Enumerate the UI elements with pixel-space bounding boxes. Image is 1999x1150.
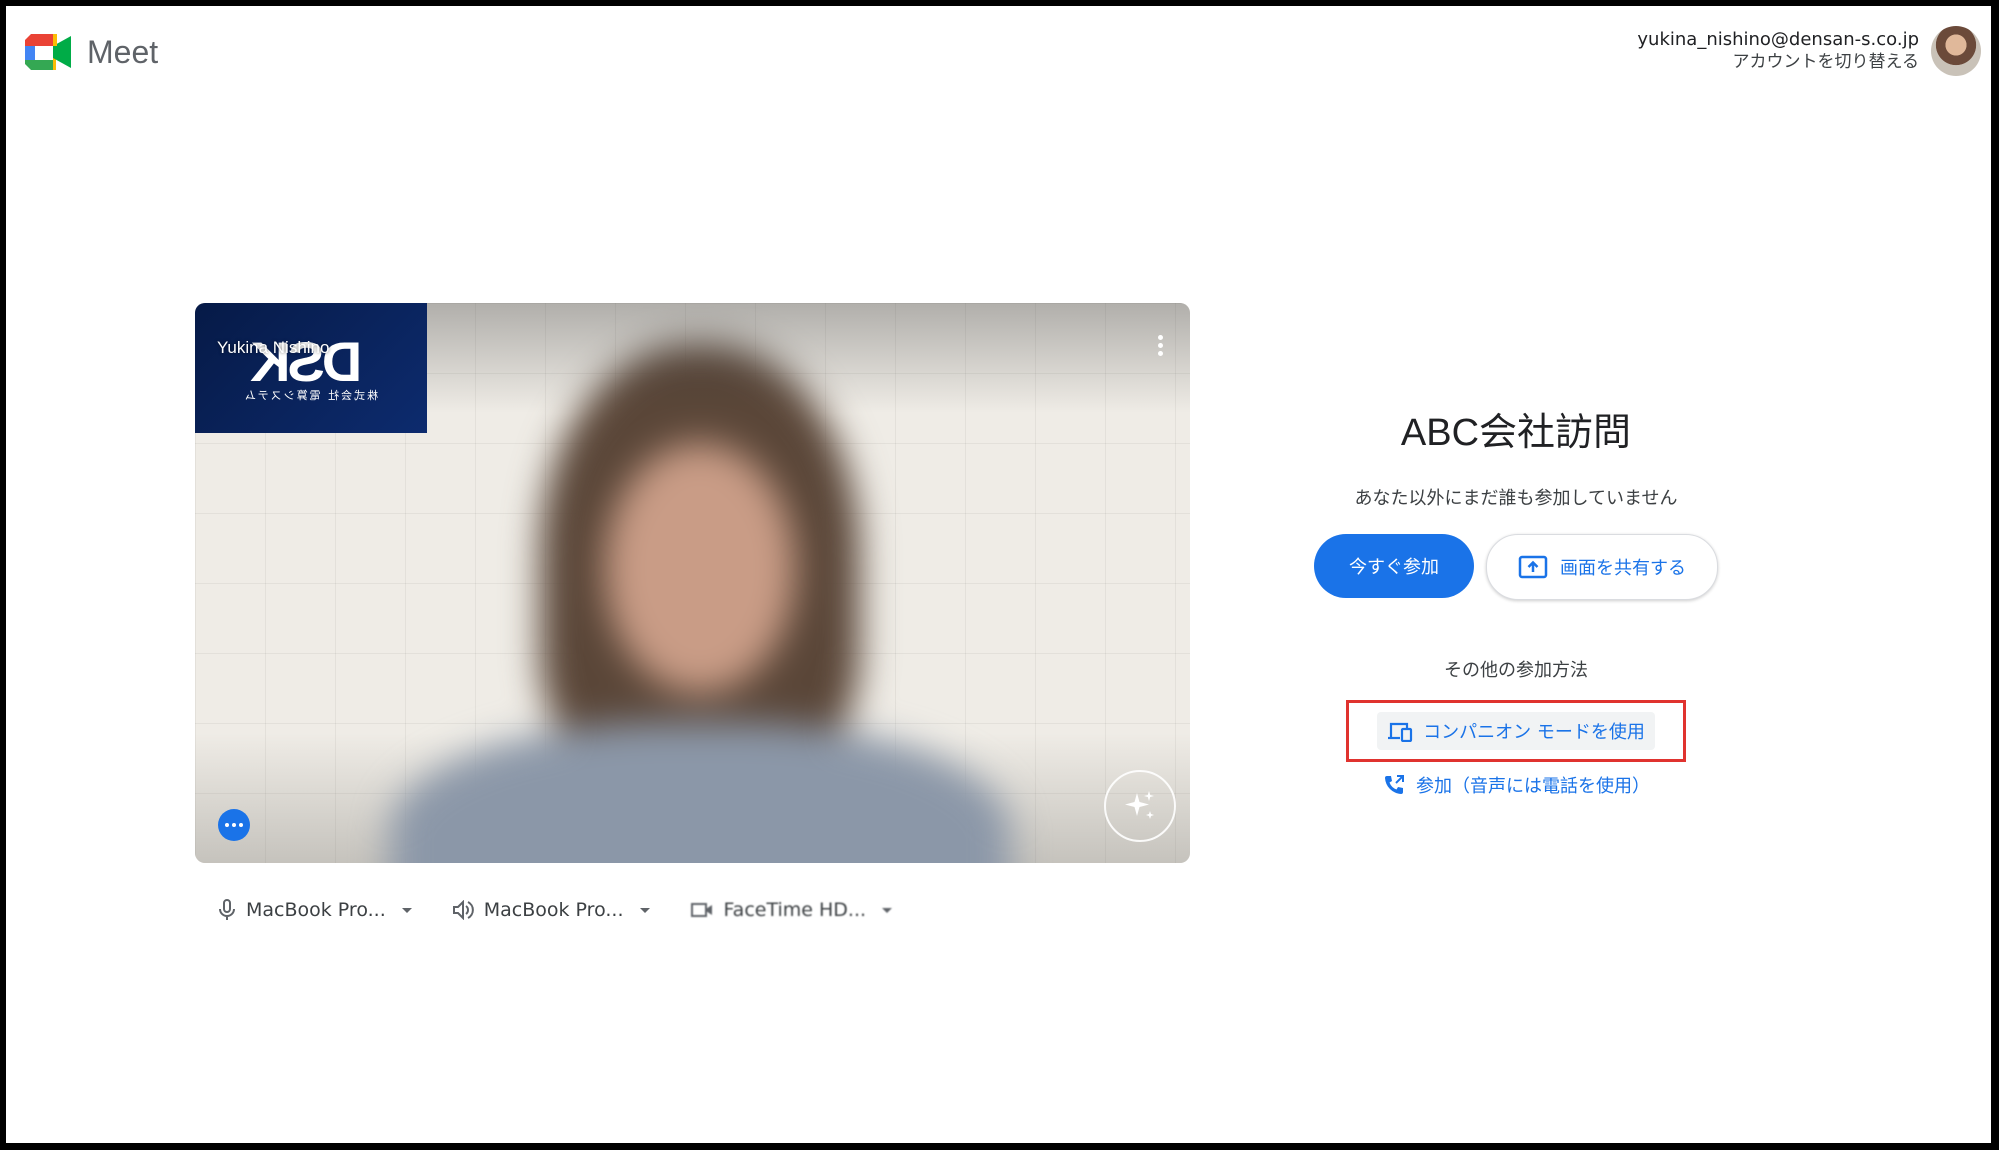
join-by-phone-link[interactable]: 参加（音声には電話を使用）	[1382, 772, 1650, 798]
present-icon	[1518, 555, 1548, 579]
other-ways-heading: その他の参加方法	[1444, 660, 1588, 681]
camera-select[interactable]: FaceTime HD...	[690, 899, 893, 921]
companion-highlight-box: コンパニオン モードを使用	[1346, 700, 1686, 762]
chevron-down-icon	[401, 907, 412, 913]
camera-icon	[690, 903, 712, 917]
join-panel: ABC会社訪問 あなた以外にまだ誰も参加していません 今すぐ参加 画面を共有する…	[1276, 401, 1756, 801]
join-actions: 今すぐ参加 画面を共有する	[1276, 534, 1756, 600]
camera-label: FaceTime HD...	[723, 899, 867, 921]
sparkle-icon	[1125, 791, 1154, 819]
join-now-button[interactable]: 今すぐ参加	[1314, 534, 1474, 598]
account-info: yukina_nishino@densan-s.co.jp アカウントを切り替え…	[1637, 29, 1919, 73]
mic-icon	[219, 899, 235, 920]
effects-button[interactable]	[1104, 770, 1176, 842]
meet-window: Meet yukina_nishino@densan-s.co.jp アカウント…	[6, 6, 1991, 1143]
join-by-phone-label: 参加（音声には電話を使用）	[1416, 776, 1650, 797]
speaker-label: MacBook Pro...	[483, 899, 624, 921]
companion-mode-label: コンパニオン モードを使用	[1423, 722, 1645, 743]
company-logo-sub: 株式会社 電算システム	[243, 389, 379, 402]
self-name-label: Yukina Nishino	[217, 338, 330, 357]
present-button[interactable]: 画面を共有する	[1486, 534, 1718, 600]
video-preview: DSK 株式会社 電算システム Yukina Nishino	[195, 303, 1190, 863]
avatar[interactable]	[1931, 26, 1981, 76]
companion-mode-link[interactable]: コンパニオン モードを使用	[1377, 712, 1655, 750]
companion-icon	[1388, 722, 1413, 742]
account-email: yukina_nishino@densan-s.co.jp	[1637, 29, 1919, 50]
chevron-down-icon	[639, 907, 650, 913]
switch-account-link[interactable]: アカウントを切り替える	[1637, 51, 1920, 73]
speaker-icon	[452, 900, 474, 920]
speaker-select[interactable]: MacBook Pro...	[452, 899, 650, 921]
participants-status: あなた以外にまだ誰も参加していません	[1354, 488, 1678, 509]
company-logo-card: DSK 株式会社 電算システム	[195, 303, 427, 433]
meet-logo-icon	[25, 34, 71, 70]
brand: Meet	[23, 32, 158, 72]
phone-icon	[1385, 775, 1404, 794]
chevron-down-icon	[882, 907, 893, 913]
more-vert-icon[interactable]	[1156, 335, 1164, 361]
device-selectors: MacBook Pro... MacBook Pro... FaceTime H…	[218, 899, 893, 921]
meeting-title: ABC会社訪問	[1400, 412, 1632, 454]
present-label: 画面を共有する	[1560, 558, 1686, 579]
app-name: Meet	[87, 33, 159, 70]
microphone-select[interactable]: MacBook Pro...	[218, 899, 412, 921]
microphone-label: MacBook Pro...	[246, 899, 386, 921]
more-horiz-icon[interactable]	[218, 809, 250, 841]
